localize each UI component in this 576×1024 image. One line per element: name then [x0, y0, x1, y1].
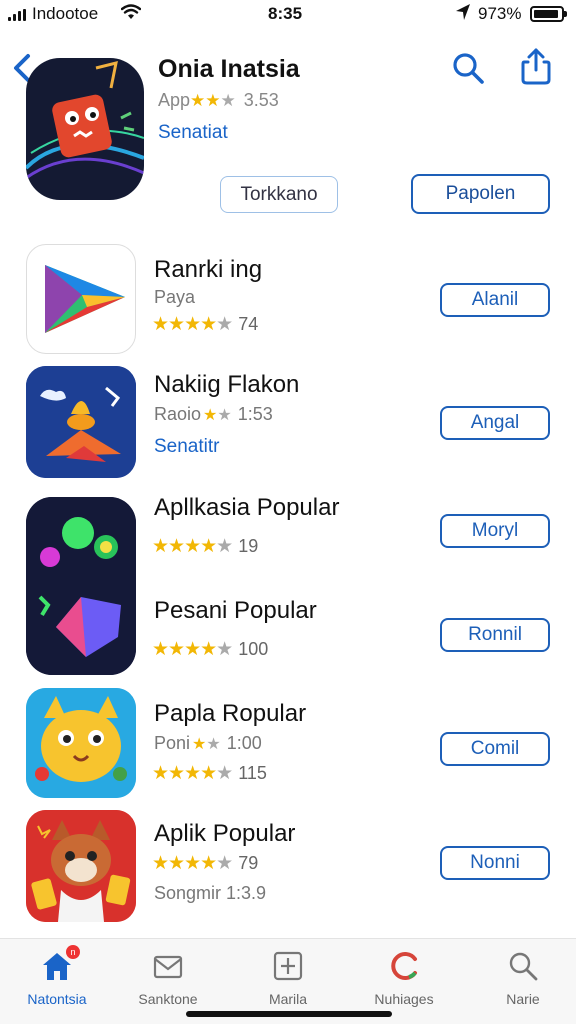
tab-games[interactable]: Sanktone	[113, 949, 223, 1007]
app-icon-aplik[interactable]	[26, 810, 136, 922]
tab-label: Sanktone	[138, 991, 198, 1007]
get-button[interactable]: Angal	[440, 406, 550, 440]
get-button[interactable]: Ronnil	[440, 618, 550, 652]
rating-count: 100	[238, 639, 269, 659]
segment-tab-second[interactable]: Papolen	[411, 174, 550, 214]
app-category: Raoio ★★ 1:53	[154, 404, 273, 425]
get-button[interactable]: Nonni	[440, 846, 550, 880]
rating-count: 115	[238, 763, 267, 783]
app-icon-nakiig[interactable]	[26, 366, 136, 478]
featured-app-rating: 3.53	[243, 90, 279, 110]
tab-label: Nuhiages	[374, 991, 434, 1007]
tab-updates[interactable]: Nuhiages	[349, 949, 459, 1007]
calculator-icon	[271, 949, 305, 983]
featured-app-subtitle: App ★★★ 3.53	[158, 90, 279, 111]
app-category-text: Raoio	[154, 404, 202, 424]
wifi-icon	[121, 4, 141, 19]
tab-today[interactable]: n Natontsia	[2, 945, 112, 1007]
featured-app-stars: ★★★	[190, 90, 236, 110]
app-name: Pesani Popular	[154, 597, 317, 624]
battery-icon	[530, 6, 567, 22]
get-button[interactable]: Comil	[440, 732, 550, 766]
app-rating: ★★★★★ 115	[152, 762, 267, 785]
tab-apps[interactable]: Marila	[233, 949, 343, 1007]
refresh-icon	[387, 949, 421, 983]
rating-count: 79	[238, 853, 259, 873]
app-icon-aplikasia[interactable]	[26, 497, 136, 675]
app-name: Apllkasia Popular	[154, 494, 340, 521]
star-rating-icon: ★★★★★	[152, 536, 233, 557]
tab-label: Marila	[268, 991, 308, 1007]
star-rating-icon: ★★★★★	[152, 639, 233, 660]
tab-label: Narie	[506, 991, 540, 1007]
notification-badge: n	[66, 945, 80, 959]
small-star-icon: ★★	[192, 735, 221, 753]
star-rating-icon: ★★★★★	[152, 763, 233, 784]
home-indicator[interactable]	[186, 1011, 392, 1017]
featured-app-icon[interactable]	[26, 58, 144, 200]
app-category-text: Poni	[154, 733, 191, 753]
tab-label: Natontsia	[27, 991, 87, 1007]
battery-percentage: 973%	[478, 4, 522, 23]
carrier-name: Indootoe	[32, 4, 99, 23]
segment-tab-first[interactable]: Torkkano	[220, 176, 338, 213]
app-icon-ranrki[interactable]	[26, 244, 136, 354]
share-button[interactable]	[518, 46, 554, 86]
small-star-icon: ★★	[203, 406, 232, 424]
app-icon-papla[interactable]	[26, 688, 136, 798]
app-rating: ★★★★★ 74	[152, 313, 258, 336]
featured-app-title: Onia Inatsia	[158, 55, 300, 83]
mail-icon	[151, 949, 185, 983]
star-rating-icon: ★★★★★	[152, 314, 233, 335]
app-name: Nakiig Flakon	[154, 371, 300, 398]
location-arrow-icon	[456, 4, 470, 20]
app-name: Aplik Popular	[154, 820, 296, 847]
rating-count: 74	[238, 314, 259, 334]
app-category-rating: 1:00	[226, 733, 262, 753]
app-developer-link[interactable]: Senatitr	[154, 436, 219, 458]
house-icon: n	[40, 945, 80, 983]
featured-app-developer-link[interactable]: Senatiat	[158, 122, 228, 144]
clock-time: 8:35	[268, 4, 303, 23]
tab-search[interactable]: Narie	[468, 949, 576, 1007]
status-bar: Indootoe 8:35 973%	[0, 0, 576, 30]
search-button[interactable]	[450, 50, 486, 86]
star-rating-icon: ★★★★★	[152, 853, 233, 874]
app-category: Poni ★★ 1:00	[154, 733, 262, 754]
rating-count: 19	[238, 536, 259, 556]
app-name: Papla Ropular	[154, 700, 307, 727]
app-category-rating: 1:53	[237, 404, 273, 424]
cellular-signal-icon	[8, 9, 28, 21]
featured-app-category: App	[158, 90, 191, 110]
app-rating: ★★★★★ 79	[152, 852, 258, 875]
search-icon	[506, 949, 540, 983]
app-name: Ranrki ing	[154, 256, 263, 283]
get-button[interactable]: Moryl	[440, 514, 550, 548]
app-category: Paya	[154, 287, 196, 307]
app-developer: Songmir 1:3.9	[154, 883, 267, 903]
get-button[interactable]: Alanil	[440, 283, 550, 317]
app-rating: ★★★★★ 100	[152, 638, 268, 661]
app-rating: ★★★★★ 19	[152, 535, 258, 558]
